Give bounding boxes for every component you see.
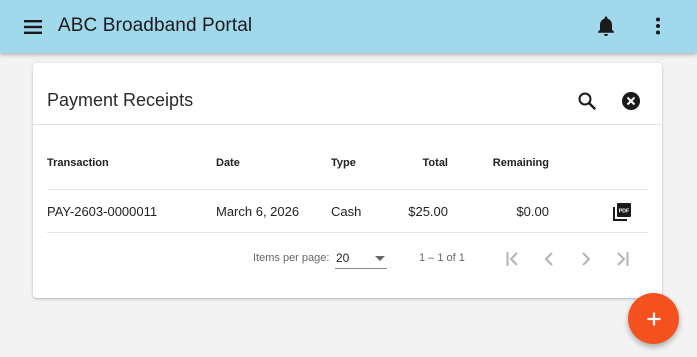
card-header-divider — [33, 124, 662, 125]
prev-page-icon[interactable] — [537, 247, 561, 271]
cell-total: $25.00 — [408, 204, 448, 219]
cell-date: March 6, 2026 — [216, 204, 300, 219]
menu-icon[interactable] — [20, 14, 46, 40]
column-header-transaction[interactable]: Transaction — [47, 157, 109, 169]
cancel-icon[interactable] — [619, 89, 643, 113]
items-per-page-label: Items per page: — [253, 252, 330, 264]
chevron-down-icon — [375, 256, 385, 261]
page-range-label: 1 – 1 of 1 — [419, 252, 465, 264]
page-size-value: 20 — [336, 251, 350, 265]
column-header-date[interactable]: Date — [216, 157, 240, 169]
column-header-remaining[interactable]: Remaining — [479, 157, 549, 169]
next-page-icon[interactable] — [574, 247, 598, 271]
first-page-icon[interactable] — [501, 247, 525, 271]
top-toolbar: ABC Broadband Portal — [0, 0, 697, 53]
last-page-icon[interactable] — [610, 247, 634, 271]
pdf-icon[interactable]: PDF — [611, 201, 633, 223]
column-header-type[interactable]: Type — [331, 157, 356, 169]
cell-remaining: $0.00 — [516, 204, 549, 219]
payment-receipts-card: Payment Receipts Transaction Date Type T… — [33, 63, 662, 298]
bell-icon[interactable] — [594, 14, 618, 38]
cell-type: Cash — [331, 204, 362, 219]
add-icon — [647, 312, 660, 325]
cell-transaction: PAY-2603-0000011 — [47, 204, 158, 219]
header-divider — [47, 189, 648, 190]
more-vert-icon[interactable] — [646, 14, 670, 38]
column-header-total[interactable]: Total — [388, 157, 448, 169]
search-icon[interactable] — [575, 89, 599, 113]
svg-text:PDF: PDF — [619, 209, 629, 215]
page-size-select[interactable]: 20 — [335, 249, 387, 269]
add-button[interactable] — [628, 293, 679, 344]
app-title: ABC Broadband Portal — [58, 15, 253, 36]
card-title: Payment Receipts — [47, 90, 194, 110]
row-divider — [47, 232, 648, 233]
